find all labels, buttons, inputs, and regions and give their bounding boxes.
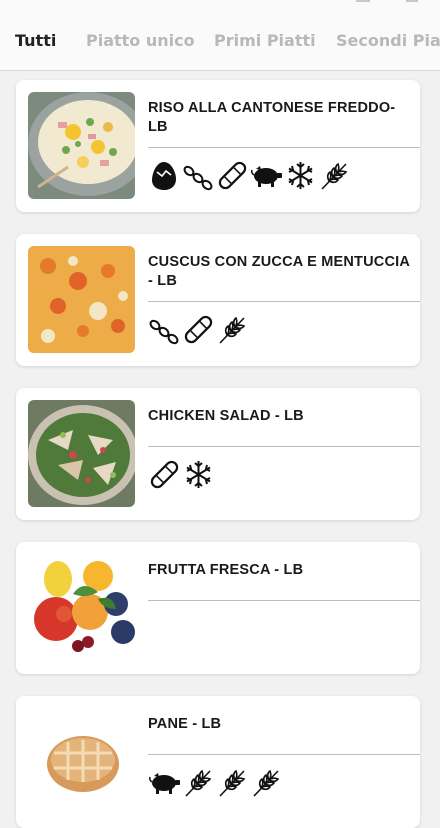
dish-card[interactable]: PANE - LB: [16, 696, 420, 828]
wheat-icon: [321, 162, 348, 190]
divider: [148, 301, 420, 302]
dish-card[interactable]: CHICKEN SALAD - LB: [16, 388, 420, 520]
allergen-icons: [148, 312, 249, 346]
divider: [148, 600, 420, 601]
allergen-icons: [148, 457, 215, 491]
dish-title: CUSCUS CON ZUCCA E MENTUCCIA - LB: [148, 254, 410, 289]
tab-primi-piatti[interactable]: Primi Piatti: [214, 31, 316, 50]
pig-icon: [251, 165, 282, 187]
bandage-icon: [150, 460, 179, 488]
divider: [148, 446, 420, 447]
dish-photo-chicken-salad: [28, 400, 135, 507]
bandage-icon: [184, 315, 213, 343]
dish-title: FRUTTA FRESCA - LB: [148, 562, 304, 578]
tab-secondi-piatti[interactable]: Secondi Piatti: [336, 31, 440, 50]
wheat-icon: [219, 316, 246, 344]
dish-title: CHICKEN SALAD - LB: [148, 408, 304, 424]
dish-title: PANE - LB: [148, 716, 222, 732]
category-tabs: Tutti Piatto unico Primi Piatti Secondi …: [0, 0, 440, 71]
dish-card[interactable]: RISO ALLA CANTONESE FREDDO-LB: [16, 80, 420, 212]
tab-piatto-unico[interactable]: Piatto unico: [86, 31, 195, 50]
dish-title: RISO ALLA CANTONESE FREDDO-LB: [148, 100, 396, 135]
divider: [148, 754, 420, 755]
dish-card[interactable]: FRUTTA FRESCA - LB: [16, 542, 420, 674]
divider: [148, 147, 420, 148]
snowflake-icon: [186, 460, 211, 488]
chain-icon: [149, 319, 179, 344]
tab-tutti[interactable]: Tutti: [15, 31, 56, 50]
snowflake-icon: [288, 161, 313, 189]
dish-card[interactable]: CUSCUS CON ZUCCA E MENTUCCIA - LB: [16, 234, 420, 366]
bandage-icon: [218, 161, 247, 189]
dish-photo-fresh-fruit: [28, 554, 135, 661]
chain-icon: [183, 165, 213, 190]
allergen-icons: [148, 158, 351, 192]
dish-photo-bread: [28, 708, 135, 815]
egg-icon: [152, 161, 176, 190]
dish-photo-couscous: [28, 246, 135, 353]
dish-photo-rice-salad: [28, 92, 135, 199]
